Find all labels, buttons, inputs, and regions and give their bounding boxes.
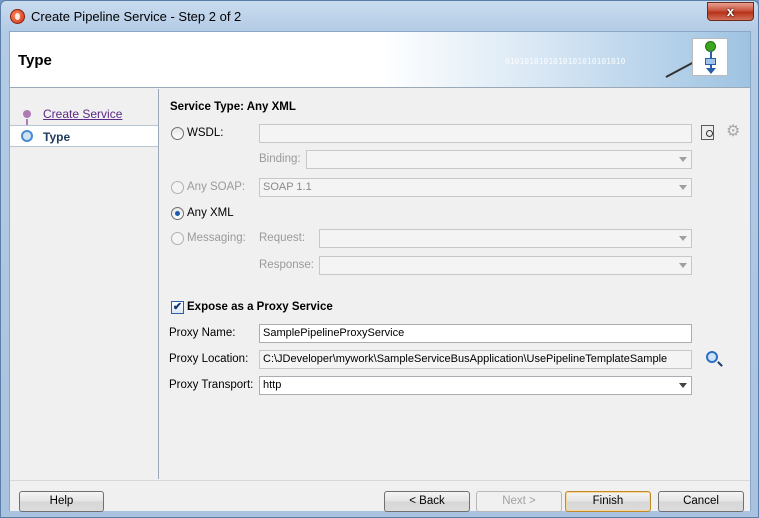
pipeline-wizard-icon — [692, 38, 728, 76]
proxy-transport-select[interactable]: http — [259, 376, 692, 395]
cancel-button[interactable]: Cancel — [658, 491, 744, 512]
visited-step-icon — [23, 110, 31, 118]
back-button[interactable]: < Back — [384, 491, 470, 512]
chevron-down-icon — [679, 185, 687, 190]
finish-button[interactable]: Finish — [565, 491, 651, 512]
chevron-down-icon — [679, 236, 687, 241]
chevron-down-icon — [679, 383, 687, 388]
response-select[interactable] — [319, 256, 692, 275]
any-xml-radio[interactable] — [171, 207, 184, 220]
nav-item-label[interactable]: Create Service — [43, 107, 122, 121]
browse-icon — [701, 125, 714, 140]
messaging-label: Messaging: — [187, 232, 246, 244]
expose-proxy-label: Expose as a Proxy Service — [187, 301, 333, 313]
binding-label: Binding: — [259, 153, 301, 165]
soap-version-select[interactable]: SOAP 1.1 — [259, 178, 692, 197]
any-soap-label: Any SOAP: — [187, 181, 246, 193]
step-header: Type 0101010101010101010101010 — [10, 32, 750, 88]
nav-item-label: Type — [43, 130, 71, 144]
wsdl-label: WSDL: — [187, 127, 224, 139]
step-title: Type — [18, 52, 52, 69]
dialog-window: Create Pipeline Service - Step 2 of 2 x … — [0, 0, 759, 518]
browse-wsdl-icon[interactable] — [701, 124, 719, 142]
dialog-footer: Help < Back Next > Finish Cancel — [10, 480, 750, 512]
expose-proxy-checkbox[interactable]: ✔ — [171, 301, 184, 314]
request-select[interactable] — [319, 229, 692, 248]
proxy-location-label: Proxy Location: — [169, 353, 249, 365]
service-type-heading: Service Type: Any XML — [170, 101, 296, 113]
wsdl-field[interactable] — [259, 124, 692, 143]
pipeline-arrow-icon — [706, 68, 716, 74]
soap-version-value: SOAP 1.1 — [263, 181, 312, 193]
help-button[interactable]: Help — [19, 491, 104, 512]
magnifier-icon — [706, 351, 718, 363]
title-bar[interactable]: Create Pipeline Service - Step 2 of 2 x — [1, 1, 758, 31]
nav-item-create-service[interactable]: Create Service — [10, 103, 158, 129]
nav-item-type[interactable]: Type — [10, 125, 158, 147]
search-icon[interactable] — [706, 351, 724, 369]
window-title: Create Pipeline Service - Step 2 of 2 — [31, 9, 242, 24]
gear-glyph-icon: ⚙ — [726, 123, 741, 140]
proxy-transport-label: Proxy Transport: — [169, 379, 254, 391]
chevron-down-icon — [679, 157, 687, 162]
chevron-down-icon — [679, 263, 687, 268]
response-label: Response: — [259, 259, 314, 271]
proxy-name-input[interactable]: SamplePipelineProxyService — [259, 324, 692, 343]
wsdl-radio[interactable] — [171, 127, 184, 140]
wizard-step-nav: Create Service Type — [10, 89, 159, 479]
gear-icon[interactable]: ⚙ — [726, 124, 744, 142]
next-button[interactable]: Next > — [476, 491, 562, 512]
proxy-location-field[interactable]: C:\JDeveloper\mywork\SampleServiceBusApp… — [259, 350, 692, 369]
messaging-radio[interactable] — [171, 232, 184, 245]
header-binary-decoration: 0101010101010101010101010 — [505, 57, 626, 66]
any-soap-radio[interactable] — [171, 181, 184, 194]
dialog-client: Type 0101010101010101010101010 Create Se… — [9, 31, 751, 512]
any-xml-label: Any XML — [187, 207, 234, 219]
type-content-panel: Service Type: Any XML WSDL: ⚙ Binding: A… — [160, 89, 750, 479]
close-button[interactable]: x — [707, 2, 754, 21]
oracle-app-icon — [10, 9, 25, 24]
binding-select[interactable] — [306, 150, 692, 169]
proxy-name-label: Proxy Name: — [169, 327, 236, 339]
current-step-icon — [21, 130, 33, 142]
pipeline-stage-icon — [705, 58, 716, 65]
request-label: Request: — [259, 232, 306, 244]
proxy-transport-value: http — [263, 379, 282, 391]
